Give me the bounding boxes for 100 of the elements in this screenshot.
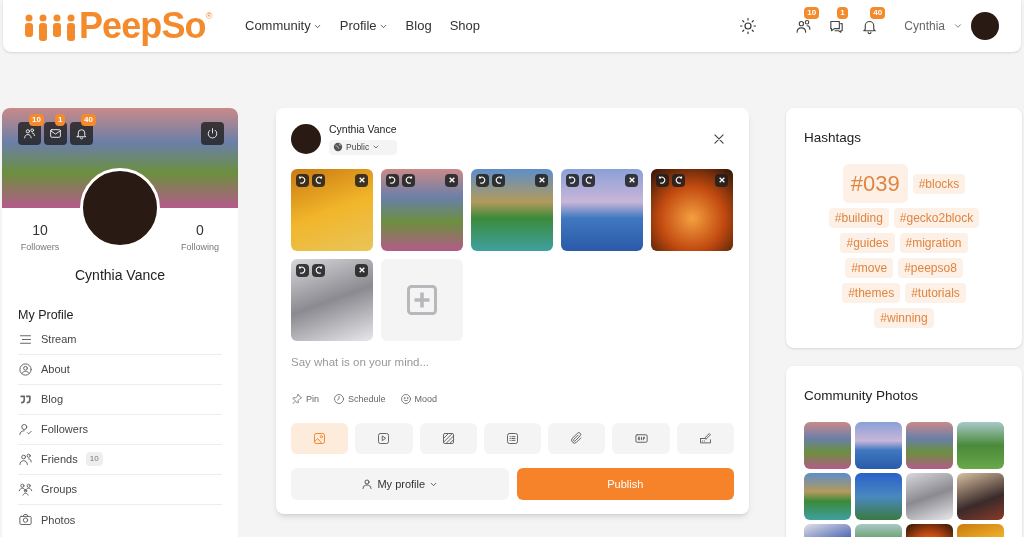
count-badge: 10: [29, 114, 44, 126]
globe-icon: [333, 142, 343, 153]
profile-name: Cynthia Vance: [74, 266, 166, 285]
rotate-left-button[interactable]: [296, 173, 309, 187]
clock-icon: [333, 393, 345, 406]
logo-text: PeepSo: [79, 8, 206, 44]
rotate-left-icon: [388, 175, 397, 185]
rotate-right-button[interactable]: [402, 173, 415, 187]
photo-placeholder: [957, 472, 1004, 520]
gif-icon: [633, 431, 649, 446]
caret-icon: [953, 21, 963, 31]
profile-menu-item[interactable]: Blog: [18, 384, 222, 415]
rotate-left-button[interactable]: [296, 263, 309, 277]
notification-button[interactable]: [18, 122, 41, 145]
card-title: Hashtags: [804, 129, 863, 147]
count-badge: 40: [81, 114, 96, 126]
avatar: [971, 12, 999, 40]
avatar: [291, 124, 321, 154]
post-option-button[interactable]: Pin: [291, 392, 319, 406]
power-button[interactable]: [201, 122, 224, 145]
rotate-right-button[interactable]: [582, 173, 595, 187]
friends-icon: [18, 451, 33, 467]
privacy-dropdown[interactable]: Public: [329, 139, 397, 155]
registered-mark: ®: [205, 10, 213, 21]
remove-button[interactable]: [715, 173, 728, 187]
remove-button[interactable]: [445, 173, 458, 187]
remove-button[interactable]: [355, 263, 368, 277]
remove-button[interactable]: [355, 173, 368, 187]
profile-menu-item[interactable]: About: [18, 354, 222, 385]
notification-button[interactable]: [70, 122, 93, 145]
pin-icon: [291, 393, 303, 406]
stat-label: Following: [181, 241, 219, 254]
photo-placeholder: [906, 472, 953, 520]
attachment-tab[interactable]: [355, 423, 413, 454]
rotate-left-button[interactable]: [386, 173, 399, 187]
profile-menu-item[interactable]: Photos: [18, 504, 222, 535]
friends-icon: [23, 127, 36, 140]
author-name: Cynthia Vance: [329, 122, 397, 137]
profile-menu-item[interactable]: Friends 10: [18, 444, 222, 475]
rotate-right-icon: [404, 175, 413, 185]
photo-placeholder: [855, 421, 902, 469]
rotate-left-icon: [658, 175, 667, 185]
close-icon: [447, 176, 456, 184]
count-badge: 1: [837, 7, 848, 19]
count-badge: 10: [85, 452, 103, 467]
rotate-left-button[interactable]: [566, 173, 579, 187]
attachment-tab[interactable]: [419, 423, 477, 454]
sun-icon: [739, 17, 758, 35]
close-icon: [357, 176, 366, 184]
nav-link[interactable]: Blog: [405, 16, 432, 36]
nav-link[interactable]: Community: [245, 16, 322, 36]
close-icon: [717, 176, 726, 184]
group-icon: [18, 481, 33, 497]
count-badge: 10: [804, 7, 820, 19]
post-option-button[interactable]: Mood: [399, 392, 438, 406]
rotate-right-icon: [314, 265, 323, 275]
theme-toggle-button[interactable]: [739, 17, 758, 35]
photo-placeholder: [855, 472, 902, 520]
close-icon: [627, 176, 636, 184]
smiley-icon: [399, 393, 412, 406]
list-icon: [505, 431, 520, 446]
photo-placeholder: [804, 472, 851, 520]
close-icon: [357, 266, 366, 274]
post-option-button[interactable]: Schedule: [333, 392, 386, 406]
rotate-left-icon: [568, 175, 577, 185]
notification-button[interactable]: [44, 122, 67, 145]
bell-icon: [75, 127, 88, 140]
post-input[interactable]: Say what is on your mind...: [291, 352, 734, 371]
nav-link[interactable]: Shop: [449, 16, 480, 36]
audience-dropdown[interactable]: My profile: [291, 468, 509, 500]
rotate-right-button[interactable]: [672, 173, 685, 187]
profile-menu-item[interactable]: Stream: [18, 324, 222, 355]
remove-button[interactable]: [625, 173, 638, 187]
rotate-right-button[interactable]: [492, 173, 505, 187]
menu-title: My Profile: [17, 307, 75, 324]
rotate-right-icon: [674, 175, 683, 185]
photo-placeholder: [906, 421, 953, 469]
user-icon: [361, 478, 374, 490]
pen-icon: [697, 431, 713, 446]
rotate-left-button[interactable]: [656, 173, 669, 187]
power-icon: [206, 127, 219, 140]
user-circle-icon: [18, 361, 33, 377]
profile-menu-item[interactable]: Groups: [18, 474, 222, 505]
nav-link[interactable]: Profile: [339, 16, 388, 36]
profile-menu-item[interactable]: Followers: [18, 414, 222, 445]
count-badge: 1: [55, 114, 66, 126]
rotate-left-button[interactable]: [476, 173, 489, 187]
close-button[interactable]: [712, 132, 726, 146]
play-icon: [376, 431, 392, 446]
attachment-tab[interactable]: [612, 423, 670, 454]
rotate-right-button[interactable]: [312, 173, 325, 187]
rotate-left-icon: [478, 175, 487, 185]
user-check-icon: [18, 421, 33, 437]
remove-button[interactable]: [535, 173, 548, 187]
close-icon: [537, 176, 546, 184]
user-menu[interactable]: Cynthia: [904, 12, 999, 40]
rotate-right-button[interactable]: [312, 263, 325, 277]
camera-icon: [18, 512, 33, 528]
attachment-tab[interactable]: [483, 423, 542, 454]
image-icon: [312, 431, 328, 446]
